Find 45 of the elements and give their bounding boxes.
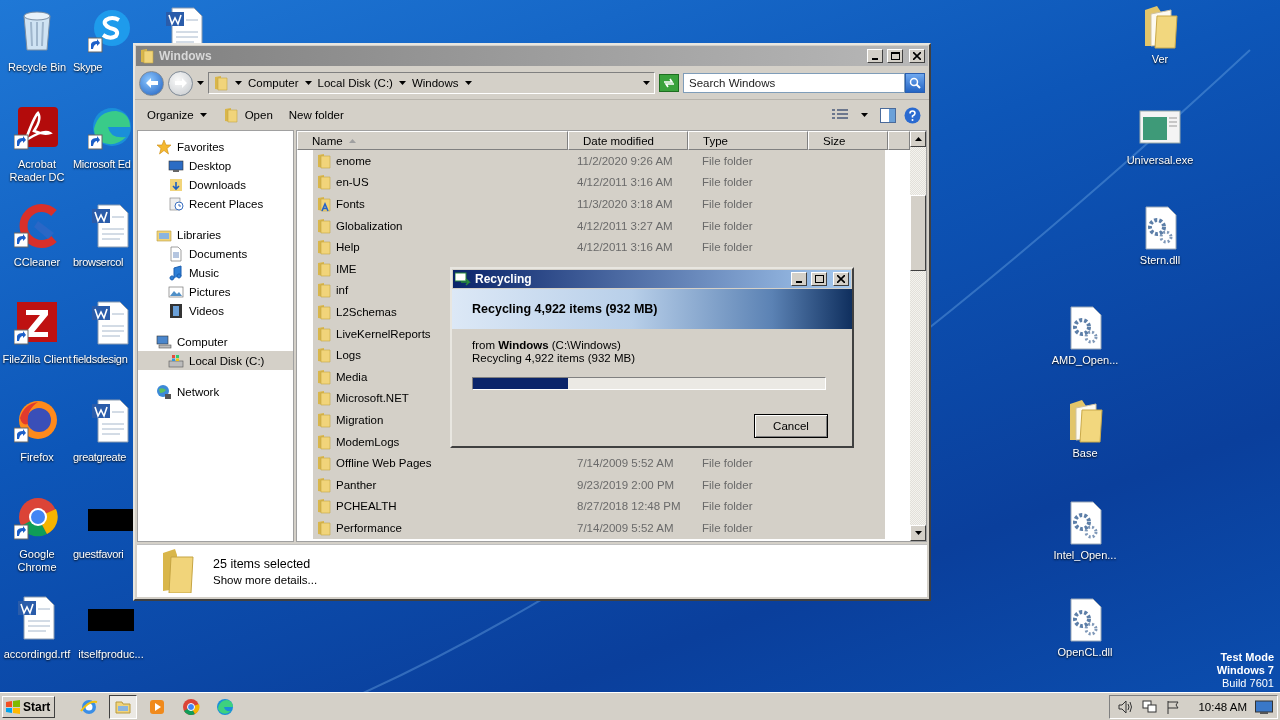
file-name: Offline Web Pages — [336, 457, 432, 470]
date-cell-text: 11/2/2020 9:26 AM — [576, 154, 674, 167]
file-name: PCHEALTH — [336, 500, 397, 513]
file-name: Panther — [336, 478, 377, 491]
file-name: enome — [336, 154, 372, 167]
file-name: Fonts — [336, 198, 365, 210]
date-cell-text: 9/23/2019 2:00 PM — [576, 478, 676, 491]
os-notice-text: Build 7601 — [1222, 677, 1274, 690]
date-cell-text: 7/14/2009 5:52 AM — [576, 457, 675, 470]
type-cell-text: File folder — [701, 154, 754, 167]
type-cell-text: File folder — [701, 457, 754, 470]
file-name: en-US — [336, 176, 369, 189]
date-cell-text: 8/27/2018 12:48 PM — [576, 500, 682, 513]
type-cell-text: File folder — [701, 219, 754, 232]
file-name: Microsoft.NET — [336, 392, 409, 405]
file-name: Performance — [336, 521, 402, 534]
window-title: Windows — [159, 49, 213, 63]
type-cell-text: File folder — [701, 521, 754, 534]
date-cell-text: 4/12/2011 3:16 AM — [576, 241, 674, 254]
source-text: from Windows (C:\Windows) — [472, 339, 622, 352]
os-notice-text: Windows 7 — [1216, 664, 1274, 677]
type-cell-text: File folder — [701, 198, 754, 210]
file-name: Logs — [336, 349, 361, 362]
file-name: ModemLogs — [336, 435, 400, 448]
type-cell-text: File folder — [701, 176, 754, 189]
type-cell-text: File folder — [701, 500, 754, 513]
dialog-heading: Recycling 4,922 items (932 MB) — [472, 302, 658, 316]
file-name: Help — [336, 241, 360, 254]
date-cell-text: 4/12/2011 3:27 AM — [576, 219, 674, 232]
file-name: inf — [336, 284, 349, 297]
os-notice-text: Test Mode — [1220, 651, 1274, 664]
file-name: IME — [336, 262, 357, 275]
status-text: Recycling 4,922 items (932 MB) — [472, 352, 636, 365]
file-name: LiveKernelReports — [336, 327, 431, 340]
file-name: Migration — [336, 413, 384, 426]
file-name: L2Schemas — [336, 305, 397, 318]
date-cell-text: 11/3/2020 3:18 AM — [576, 198, 674, 210]
file-name: Media — [336, 370, 368, 383]
dialog-title: Recycling — [475, 272, 533, 286]
date-cell-text: 4/12/2011 3:16 AM — [576, 176, 674, 189]
date-cell-text: 7/14/2009 5:52 AM — [576, 521, 675, 534]
type-cell-text: File folder — [701, 241, 754, 254]
type-cell-text: File folder — [701, 478, 754, 491]
selection-count: 25 items selected — [213, 556, 312, 571]
file-name: Globalization — [336, 219, 403, 232]
